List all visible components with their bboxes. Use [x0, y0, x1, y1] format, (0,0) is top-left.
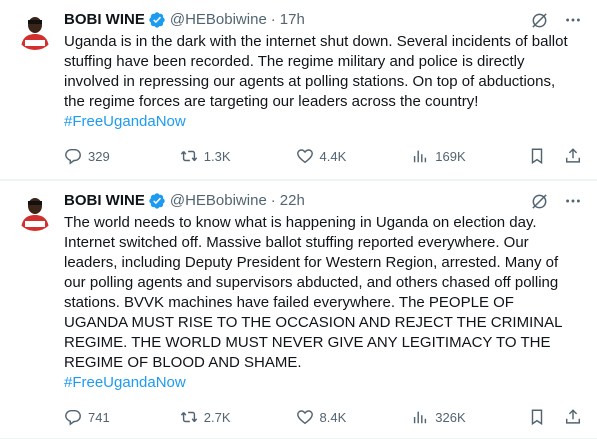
tweet-text: Uganda is in the dark with the internet …	[64, 33, 568, 110]
verified-badge-icon	[148, 192, 166, 210]
retweet-icon	[180, 150, 197, 162]
tweet[interactable]: BOBI WINE @HEBobiwine · 17h Uganda is in…	[0, 0, 597, 180]
retweet-count: 2.7K	[203, 409, 231, 425]
author-handle[interactable]: @HEBobiwine	[170, 10, 267, 30]
verified-badge-icon	[148, 11, 166, 29]
reply-count: 741	[88, 409, 110, 425]
tweet-body: Uganda is in the dark with the internet …	[64, 32, 583, 132]
hashtag-link[interactable]: #FreeUgandaNow	[64, 112, 577, 132]
author-name[interactable]: BOBI WINE	[64, 191, 145, 211]
like-button[interactable]: 8.4K	[296, 408, 356, 426]
like-button[interactable]: 4.4K	[296, 147, 356, 165]
more-icon[interactable]	[563, 10, 583, 30]
separator: ·	[270, 192, 276, 209]
retweet-count: 1.3K	[203, 148, 231, 164]
reply-button[interactable]: 329	[64, 147, 124, 165]
views-count: 169K	[435, 148, 466, 164]
share-button[interactable]	[563, 146, 583, 166]
action-bar: 329 1.3K 4.4K 169K	[64, 132, 583, 180]
grok-icon[interactable]	[529, 191, 549, 211]
bookmark-icon	[531, 148, 543, 165]
retweet-icon	[180, 411, 197, 423]
reply-count: 329	[88, 148, 110, 164]
bookmark-icon	[531, 409, 543, 426]
reply-button[interactable]: 741	[64, 408, 124, 426]
reply-icon	[65, 409, 81, 426]
tweet-text: The world needs to know what is happenin…	[64, 214, 562, 371]
views-button[interactable]: 326K	[411, 408, 471, 426]
avatar[interactable]	[15, 10, 55, 50]
views-count: 326K	[435, 409, 466, 425]
like-count: 8.4K	[319, 409, 347, 425]
action-bar: 741 2.7K 8.4K 326K	[64, 393, 583, 439]
reply-icon	[65, 148, 81, 165]
retweet-button[interactable]: 1.3K	[180, 147, 240, 165]
hashtag-link[interactable]: #FreeUgandaNow	[64, 373, 577, 393]
avatar[interactable]	[15, 191, 55, 231]
more-icon[interactable]	[563, 191, 583, 211]
retweet-button[interactable]: 2.7K	[180, 408, 240, 426]
author-handle[interactable]: @HEBobiwine	[170, 191, 267, 211]
timestamp[interactable]: 17h	[280, 10, 305, 30]
bookmark-button[interactable]	[527, 407, 547, 427]
share-icon	[565, 148, 581, 163]
like-count: 4.4K	[319, 148, 347, 164]
timestamp[interactable]: 22h	[280, 191, 305, 211]
views-button[interactable]: 169K	[411, 147, 471, 165]
bookmark-button[interactable]	[527, 146, 547, 166]
share-button[interactable]	[563, 407, 583, 427]
views-icon	[414, 411, 427, 424]
share-icon	[565, 409, 581, 424]
grok-icon[interactable]	[529, 10, 549, 30]
views-icon	[414, 150, 427, 163]
like-icon	[296, 410, 313, 425]
tweet[interactable]: BOBI WINE @HEBobiwine · 22h The world ne…	[0, 180, 597, 439]
author-name[interactable]: BOBI WINE	[64, 10, 145, 30]
tweet-body: The world needs to know what is happenin…	[64, 213, 583, 393]
separator: ·	[270, 11, 276, 28]
like-icon	[296, 149, 313, 164]
